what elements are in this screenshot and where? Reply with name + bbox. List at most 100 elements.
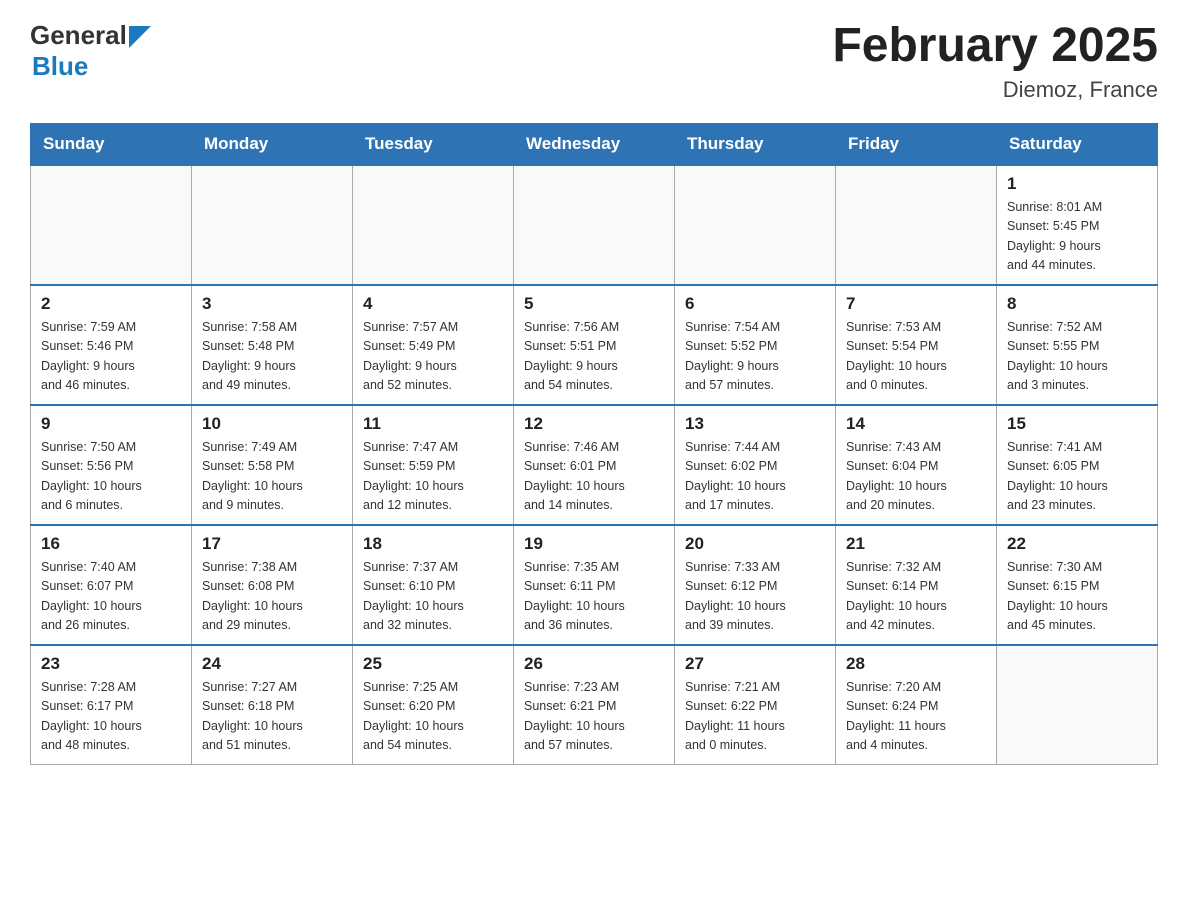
day-info: Sunrise: 7:53 AMSunset: 5:54 PMDaylight:… bbox=[846, 318, 986, 396]
calendar-cell bbox=[514, 165, 675, 285]
calendar-header-row: SundayMondayTuesdayWednesdayThursdayFrid… bbox=[31, 123, 1158, 165]
day-info: Sunrise: 7:27 AMSunset: 6:18 PMDaylight:… bbox=[202, 678, 342, 756]
calendar-cell: 17Sunrise: 7:38 AMSunset: 6:08 PMDayligh… bbox=[192, 525, 353, 645]
day-number: 26 bbox=[524, 654, 664, 674]
day-number: 1 bbox=[1007, 174, 1147, 194]
day-info: Sunrise: 7:20 AMSunset: 6:24 PMDaylight:… bbox=[846, 678, 986, 756]
day-info: Sunrise: 7:47 AMSunset: 5:59 PMDaylight:… bbox=[363, 438, 503, 516]
day-info: Sunrise: 7:35 AMSunset: 6:11 PMDaylight:… bbox=[524, 558, 664, 636]
week-row-5: 23 Sunrise: 7:28 AMSunset: 6:17 PMDayligh… bbox=[31, 645, 1158, 765]
day-info: Sunrise: 7:28 AMSunset: 6:17 PMDaylight:… bbox=[41, 678, 181, 756]
day-number: 27 bbox=[685, 654, 825, 674]
calendar-cell: 14 Sunrise: 7:43 AMSunset: 6:04 PMDayligh… bbox=[836, 405, 997, 525]
day-header-monday: Monday bbox=[192, 123, 353, 165]
day-number: 16 bbox=[41, 534, 181, 554]
calendar-cell bbox=[675, 165, 836, 285]
day-number: 10 bbox=[202, 414, 342, 434]
day-info: Sunrise: 7:32 AMSunset: 6:14 PMDaylight:… bbox=[846, 558, 986, 636]
day-header-friday: Friday bbox=[836, 123, 997, 165]
day-number: 6 bbox=[685, 294, 825, 314]
calendar-cell: 1 Sunrise: 8:01 AMSunset: 5:45 PMDaylight… bbox=[997, 165, 1158, 285]
calendar-cell: 27 Sunrise: 7:21 AMSunset: 6:22 PMDayligh… bbox=[675, 645, 836, 765]
day-header-sunday: Sunday bbox=[31, 123, 192, 165]
day-info: Sunrise: 8:01 AMSunset: 5:45 PMDaylight:… bbox=[1007, 198, 1147, 276]
calendar-cell: 7Sunrise: 7:53 AMSunset: 5:54 PMDaylight… bbox=[836, 285, 997, 405]
day-info: Sunrise: 7:59 AMSunset: 5:46 PMDaylight:… bbox=[41, 318, 181, 396]
day-info: Sunrise: 7:40 AMSunset: 6:07 PMDaylight:… bbox=[41, 558, 181, 636]
calendar-cell: 4 Sunrise: 7:57 AMSunset: 5:49 PMDaylight… bbox=[353, 285, 514, 405]
day-info: Sunrise: 7:37 AMSunset: 6:10 PMDaylight:… bbox=[363, 558, 503, 636]
day-header-tuesday: Tuesday bbox=[353, 123, 514, 165]
calendar-cell: 24 Sunrise: 7:27 AMSunset: 6:18 PMDayligh… bbox=[192, 645, 353, 765]
day-info: Sunrise: 7:23 AMSunset: 6:21 PMDaylight:… bbox=[524, 678, 664, 756]
calendar-cell bbox=[192, 165, 353, 285]
calendar-cell: 8 Sunrise: 7:52 AMSunset: 5:55 PMDaylight… bbox=[997, 285, 1158, 405]
calendar-cell: 11 Sunrise: 7:47 AMSunset: 5:59 PMDayligh… bbox=[353, 405, 514, 525]
calendar-cell: 21Sunrise: 7:32 AMSunset: 6:14 PMDayligh… bbox=[836, 525, 997, 645]
day-number: 5 bbox=[524, 294, 664, 314]
day-number: 19 bbox=[524, 534, 664, 554]
day-info: Sunrise: 7:56 AMSunset: 5:51 PMDaylight:… bbox=[524, 318, 664, 396]
calendar-cell: 3 Sunrise: 7:58 AMSunset: 5:48 PMDaylight… bbox=[192, 285, 353, 405]
day-info: Sunrise: 7:43 AMSunset: 6:04 PMDaylight:… bbox=[846, 438, 986, 516]
day-number: 2 bbox=[41, 294, 181, 314]
logo-triangle-icon bbox=[129, 26, 151, 48]
calendar-cell: 12Sunrise: 7:46 AMSunset: 6:01 PMDayligh… bbox=[514, 405, 675, 525]
day-number: 20 bbox=[685, 534, 825, 554]
calendar-table: SundayMondayTuesdayWednesdayThursdayFrid… bbox=[30, 123, 1158, 766]
calendar-cell: 15Sunrise: 7:41 AMSunset: 6:05 PMDayligh… bbox=[997, 405, 1158, 525]
day-info: Sunrise: 7:50 AMSunset: 5:56 PMDaylight:… bbox=[41, 438, 181, 516]
day-info: Sunrise: 7:38 AMSunset: 6:08 PMDaylight:… bbox=[202, 558, 342, 636]
logo: General Blue bbox=[30, 20, 151, 82]
day-number: 3 bbox=[202, 294, 342, 314]
week-row-3: 9 Sunrise: 7:50 AMSunset: 5:56 PMDaylight… bbox=[31, 405, 1158, 525]
logo-blue: Blue bbox=[32, 51, 88, 81]
day-number: 4 bbox=[363, 294, 503, 314]
calendar-cell: 13 Sunrise: 7:44 AMSunset: 6:02 PMDayligh… bbox=[675, 405, 836, 525]
day-header-wednesday: Wednesday bbox=[514, 123, 675, 165]
day-info: Sunrise: 7:44 AMSunset: 6:02 PMDaylight:… bbox=[685, 438, 825, 516]
calendar-title: February 2025 bbox=[832, 20, 1158, 73]
day-info: Sunrise: 7:46 AMSunset: 6:01 PMDaylight:… bbox=[524, 438, 664, 516]
day-number: 8 bbox=[1007, 294, 1147, 314]
day-info: Sunrise: 7:52 AMSunset: 5:55 PMDaylight:… bbox=[1007, 318, 1147, 396]
calendar-cell: 23 Sunrise: 7:28 AMSunset: 6:17 PMDayligh… bbox=[31, 645, 192, 765]
calendar-cell: 2 Sunrise: 7:59 AMSunset: 5:46 PMDaylight… bbox=[31, 285, 192, 405]
calendar-cell: 19 Sunrise: 7:35 AMSunset: 6:11 PMDayligh… bbox=[514, 525, 675, 645]
day-info: Sunrise: 7:21 AMSunset: 6:22 PMDaylight:… bbox=[685, 678, 825, 756]
week-row-1: 1 Sunrise: 8:01 AMSunset: 5:45 PMDaylight… bbox=[31, 165, 1158, 285]
day-number: 22 bbox=[1007, 534, 1147, 554]
calendar-cell bbox=[836, 165, 997, 285]
day-number: 28 bbox=[846, 654, 986, 674]
day-info: Sunrise: 7:58 AMSunset: 5:48 PMDaylight:… bbox=[202, 318, 342, 396]
day-number: 25 bbox=[363, 654, 503, 674]
day-number: 11 bbox=[363, 414, 503, 434]
day-info: Sunrise: 7:33 AMSunset: 6:12 PMDaylight:… bbox=[685, 558, 825, 636]
day-number: 24 bbox=[202, 654, 342, 674]
calendar-cell: 6Sunrise: 7:54 AMSunset: 5:52 PMDaylight… bbox=[675, 285, 836, 405]
calendar-cell: 18Sunrise: 7:37 AMSunset: 6:10 PMDayligh… bbox=[353, 525, 514, 645]
calendar-cell: 10Sunrise: 7:49 AMSunset: 5:58 PMDayligh… bbox=[192, 405, 353, 525]
calendar-cell: 26 Sunrise: 7:23 AMSunset: 6:21 PMDayligh… bbox=[514, 645, 675, 765]
day-number: 14 bbox=[846, 414, 986, 434]
title-section: February 2025 Diemoz, France bbox=[832, 20, 1158, 103]
calendar-subtitle: Diemoz, France bbox=[832, 77, 1158, 103]
calendar-cell bbox=[997, 645, 1158, 765]
day-info: Sunrise: 7:41 AMSunset: 6:05 PMDaylight:… bbox=[1007, 438, 1147, 516]
day-header-thursday: Thursday bbox=[675, 123, 836, 165]
day-number: 13 bbox=[685, 414, 825, 434]
day-number: 9 bbox=[41, 414, 181, 434]
day-number: 23 bbox=[41, 654, 181, 674]
page-header: General Blue February 2025 Diemoz, Franc… bbox=[30, 20, 1158, 103]
calendar-cell bbox=[353, 165, 514, 285]
week-row-4: 16 Sunrise: 7:40 AMSunset: 6:07 PMDayligh… bbox=[31, 525, 1158, 645]
week-row-2: 2 Sunrise: 7:59 AMSunset: 5:46 PMDaylight… bbox=[31, 285, 1158, 405]
day-info: Sunrise: 7:57 AMSunset: 5:49 PMDaylight:… bbox=[363, 318, 503, 396]
day-header-saturday: Saturday bbox=[997, 123, 1158, 165]
day-info: Sunrise: 7:30 AMSunset: 6:15 PMDaylight:… bbox=[1007, 558, 1147, 636]
day-info: Sunrise: 7:25 AMSunset: 6:20 PMDaylight:… bbox=[363, 678, 503, 756]
calendar-cell: 5 Sunrise: 7:56 AMSunset: 5:51 PMDaylight… bbox=[514, 285, 675, 405]
calendar-cell: 9 Sunrise: 7:50 AMSunset: 5:56 PMDaylight… bbox=[31, 405, 192, 525]
calendar-cell bbox=[31, 165, 192, 285]
calendar-cell: 28 Sunrise: 7:20 AMSunset: 6:24 PMDayligh… bbox=[836, 645, 997, 765]
